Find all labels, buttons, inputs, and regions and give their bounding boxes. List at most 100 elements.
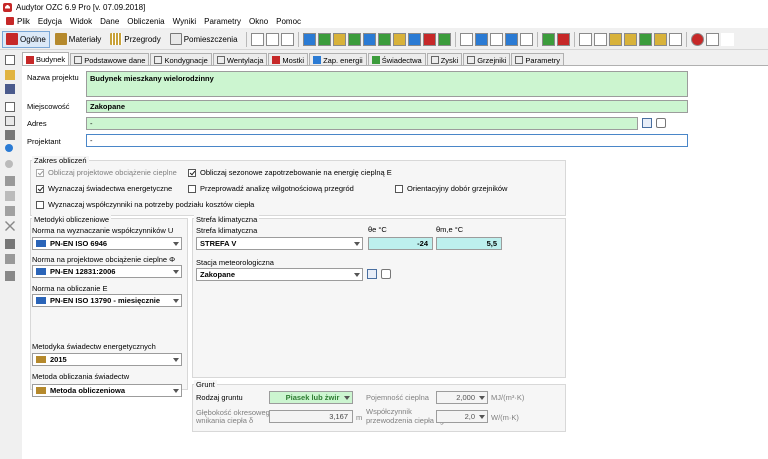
trash-icon[interactable] xyxy=(5,271,15,281)
toolbar-pomieszczenia-button[interactable]: Pomieszczenia xyxy=(166,31,242,48)
menu-okno[interactable]: Okno xyxy=(245,14,272,28)
menu-wyniki[interactable]: Wyniki xyxy=(169,14,200,28)
document-icon[interactable] xyxy=(5,102,15,112)
scope-option-costs[interactable]: Wyznaczaj współczynniki na potrzeby podz… xyxy=(36,200,254,209)
project-name-input[interactable]: Budynek mieszkany wielorodzinny xyxy=(86,71,688,97)
capacity-select[interactable]: 2,000 xyxy=(436,391,488,404)
grid-icon[interactable] xyxy=(623,32,637,46)
menu-edycja[interactable]: Edycja xyxy=(34,14,66,28)
calc-icon[interactable] xyxy=(347,32,361,46)
tab-budynek[interactable]: Budynek xyxy=(22,52,70,66)
cut-icon[interactable] xyxy=(5,176,15,186)
te-value: -24 xyxy=(368,237,433,250)
result-icon[interactable] xyxy=(541,32,555,46)
checkbox[interactable] xyxy=(36,184,44,193)
calc-icon[interactable] xyxy=(437,32,451,46)
checkbox[interactable] xyxy=(36,168,44,177)
table-icon[interactable] xyxy=(265,32,279,46)
e-norm-select[interactable]: PN-EN ISO 13790 - miesięcznie xyxy=(32,294,182,307)
report-icon[interactable] xyxy=(474,32,488,46)
soil-type-select[interactable]: Piasek lub żwir xyxy=(269,391,353,404)
toolbar-przegrody-button[interactable]: Przegrody xyxy=(106,31,164,48)
save-icon[interactable] xyxy=(5,84,15,94)
calc-icon[interactable] xyxy=(422,32,436,46)
help-icon[interactable] xyxy=(690,32,704,46)
paste-icon[interactable] xyxy=(5,206,15,216)
table-icon[interactable] xyxy=(705,32,719,46)
norm-icon xyxy=(36,268,46,275)
grid-icon[interactable] xyxy=(608,32,622,46)
calc-icon[interactable] xyxy=(317,32,331,46)
depth-unit: m xyxy=(356,413,363,422)
report-icon[interactable] xyxy=(459,32,473,46)
calc-icon[interactable] xyxy=(332,32,346,46)
u-norm-select[interactable]: PN-EN ISO 6946 xyxy=(32,237,182,250)
preview-icon[interactable] xyxy=(5,116,15,126)
report-icon[interactable] xyxy=(519,32,533,46)
new-file-icon[interactable] xyxy=(5,55,15,65)
open-folder-icon[interactable] xyxy=(5,70,15,80)
grid-icon[interactable] xyxy=(593,32,607,46)
calc-icon[interactable] xyxy=(407,32,421,46)
replace-icon[interactable] xyxy=(5,254,15,264)
radiator-icon xyxy=(467,56,476,64)
print-icon[interactable] xyxy=(5,130,15,140)
menu-parametry[interactable]: Parametry xyxy=(200,14,245,28)
menu-dane[interactable]: Dane xyxy=(96,14,123,28)
calc-method-select[interactable]: Metoda obliczeniowa xyxy=(32,384,182,397)
calc-icon[interactable] xyxy=(377,32,391,46)
toolbar-ogolne-button[interactable]: Ogólne xyxy=(2,30,50,48)
chevron-down-icon xyxy=(173,269,179,274)
depth-label-line2: wnikania ciepła δ xyxy=(196,416,254,425)
menu-obliczenia[interactable]: Obliczenia xyxy=(123,14,168,28)
copy-icon[interactable] xyxy=(5,191,15,201)
list-icon[interactable] xyxy=(280,32,294,46)
calc-icon[interactable] xyxy=(392,32,406,46)
grid-icon[interactable] xyxy=(653,32,667,46)
station-select[interactable]: Zakopane xyxy=(196,268,363,281)
checkbox[interactable] xyxy=(188,184,196,193)
report-icon[interactable] xyxy=(489,32,503,46)
checkbox[interactable] xyxy=(395,184,403,193)
checkbox[interactable] xyxy=(188,168,196,177)
menu-widok[interactable]: Widok xyxy=(66,14,96,28)
station-list-icon[interactable] xyxy=(367,269,377,279)
toolbar-separator xyxy=(297,31,299,47)
menu-plik[interactable]: Plik xyxy=(2,14,34,28)
find-icon[interactable] xyxy=(5,239,15,249)
scope-option-energy[interactable]: Obliczaj sezonowe zapotrzebowanie na ene… xyxy=(188,168,392,177)
load-norm-select[interactable]: PN-EN 12831:2006 xyxy=(32,265,182,278)
chart-icon[interactable] xyxy=(250,32,264,46)
calendar-icon xyxy=(36,356,46,363)
city-input[interactable]: Zakopane xyxy=(86,100,688,113)
designer-input[interactable]: - xyxy=(86,134,688,147)
cert-method-select[interactable]: 2015 xyxy=(32,353,182,366)
scope-option-certificates[interactable]: Wyznaczaj świadectwa energetyczne xyxy=(36,184,172,193)
climate-zone-select[interactable]: STREFA V xyxy=(196,237,363,250)
scope-option-radiators[interactable]: Orientacyjny dobór grzejników xyxy=(395,184,507,193)
report-icon[interactable] xyxy=(504,32,518,46)
station-clear-icon[interactable] xyxy=(381,269,391,279)
redo-icon[interactable] xyxy=(5,160,13,168)
checkbox[interactable] xyxy=(36,200,44,209)
grid-icon[interactable] xyxy=(638,32,652,46)
address-list-icon[interactable] xyxy=(642,118,652,128)
city-label: Miejscowość xyxy=(27,102,70,111)
calc-icon[interactable] xyxy=(302,32,316,46)
address-input[interactable]: - xyxy=(86,117,638,130)
address-clear-icon[interactable] xyxy=(656,118,666,128)
calc-icon[interactable] xyxy=(362,32,376,46)
scope-option-moisture[interactable]: Przeprowadź analizę wilgotnościową przeg… xyxy=(188,184,354,193)
delete-icon[interactable] xyxy=(5,221,15,231)
methods-title: Metodyki obliczeniowe xyxy=(32,215,112,224)
result-icon[interactable] xyxy=(556,32,570,46)
climate-zone-label: Strefa klimatyczna xyxy=(196,226,258,235)
menu-pomoc[interactable]: Pomoc xyxy=(272,14,305,28)
conductivity-select[interactable]: 2,0 xyxy=(436,410,488,423)
scope-option-load[interactable]: Obliczaj projektowe obciążenie cieplne xyxy=(36,168,177,177)
sort-icon[interactable] xyxy=(720,32,734,46)
toolbar-materialy-button[interactable]: Materiały xyxy=(51,31,105,48)
grid-icon[interactable] xyxy=(668,32,682,46)
undo-icon[interactable] xyxy=(5,144,13,152)
grid-icon[interactable] xyxy=(578,32,592,46)
